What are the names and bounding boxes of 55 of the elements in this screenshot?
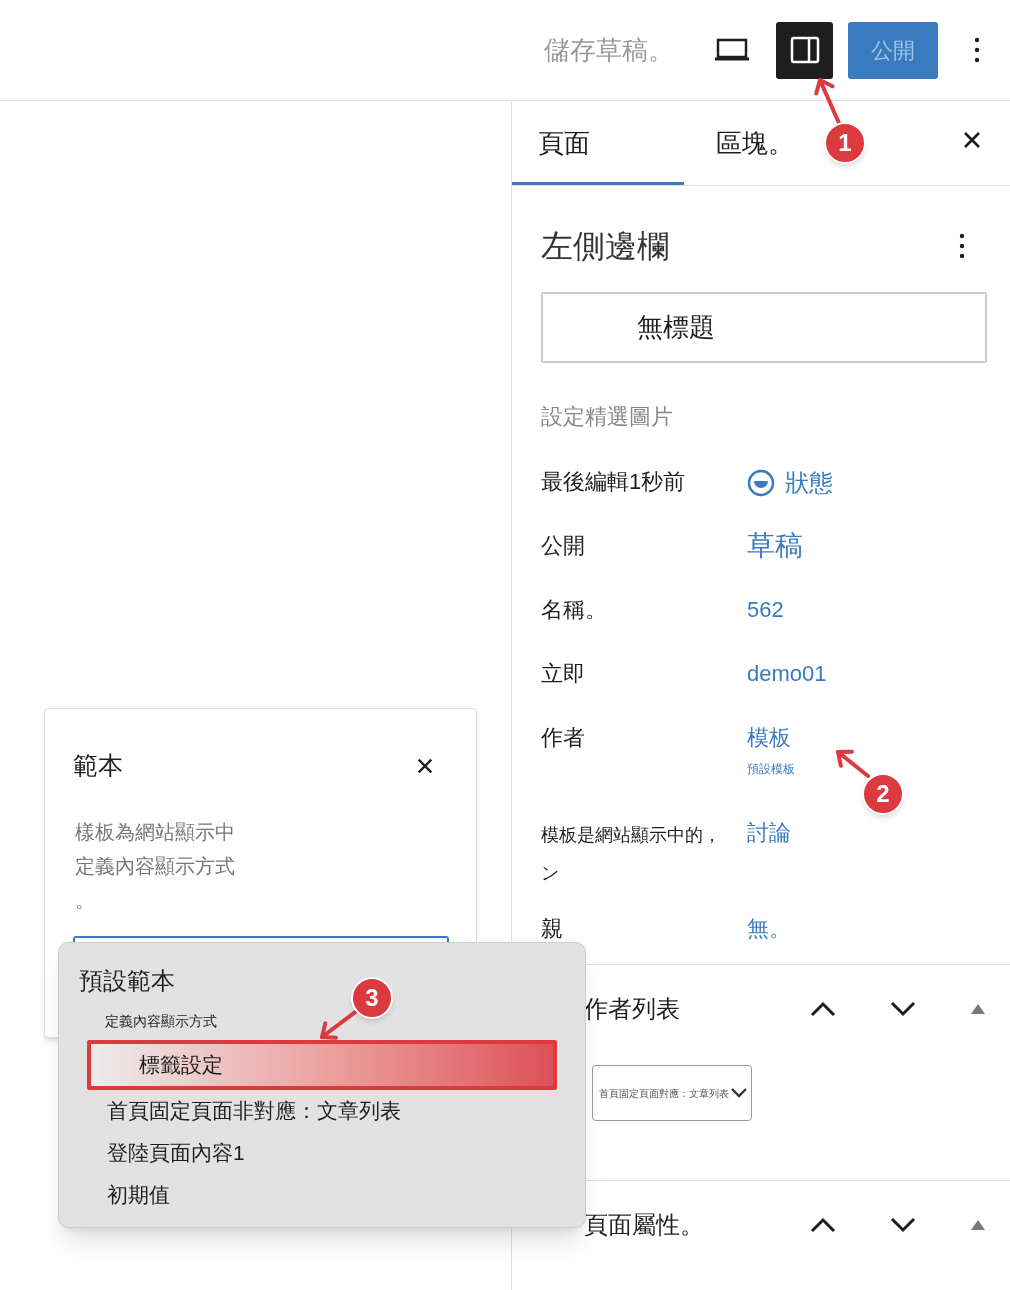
status-icon	[747, 469, 775, 497]
publish-button[interactable]: 公開	[848, 21, 938, 79]
sidebar-icon	[789, 36, 820, 64]
popover-title: 範本	[73, 750, 123, 781]
popover-description: 。	[74, 887, 96, 913]
row-value-link[interactable]: 無。	[747, 912, 791, 945]
sidebar-tab[interactable]: 區塊。	[714, 101, 796, 185]
row-value-link[interactable]: 562	[747, 593, 784, 626]
sidebar-tab[interactable]: 頁面	[512, 101, 684, 185]
chevron-down-icon	[731, 1088, 747, 1098]
panel-section-title: 頁面屬性。	[584, 1210, 705, 1240]
status-button[interactable]: 狀態	[747, 465, 833, 501]
row-value-link[interactable]: demo01	[747, 657, 827, 690]
row-label: 公開	[541, 532, 586, 560]
more-options-icon[interactable]	[959, 232, 965, 260]
featured-image-link[interactable]: 設定精選圖片	[541, 400, 673, 433]
dropdown-option[interactable]: 登陸頁面內容1	[59, 1132, 585, 1174]
select-field[interactable]: 首頁固定頁面對應：文章列表	[592, 1065, 752, 1121]
row-label: 最後編輯1秒前	[541, 468, 687, 496]
laptop-icon[interactable]	[714, 38, 750, 62]
annotation-arrow	[836, 749, 870, 778]
popover-description: 樣板為網站顯示中	[74, 819, 236, 845]
row-value-link[interactable]: 討論	[747, 816, 791, 849]
row-label: 名稱。	[541, 596, 608, 624]
annotation-badge: 1	[824, 122, 866, 164]
popover-description: 定義內容顯示方式	[74, 853, 236, 879]
row-value-link[interactable]: 草稿	[747, 525, 803, 567]
template-subtitle: 預設模板	[747, 761, 795, 778]
title-field[interactable]: 無標題	[541, 292, 987, 363]
dropdown-option[interactable]: 標籤設定	[87, 1040, 557, 1090]
dropdown-hint: 定義內容顯示方式	[105, 1012, 217, 1031]
row-label: 作者	[541, 724, 586, 752]
panel-title: 左側邊欄	[541, 227, 669, 266]
annotation-badge: 2	[862, 773, 904, 815]
row-value-link[interactable]: 模板	[747, 721, 795, 754]
annotation-arrow	[320, 1008, 360, 1040]
row-label: ン	[541, 862, 560, 885]
row-label: 立即	[541, 660, 586, 688]
dropdown-option[interactable]: 首頁固定頁面非對應：文章列表	[59, 1090, 585, 1132]
move-up-icon[interactable]	[810, 1001, 836, 1017]
row-label: 親	[541, 915, 564, 943]
panel-section-title: 作者列表	[584, 994, 681, 1024]
sidebar-toggle-button[interactable]	[776, 21, 833, 79]
triangle-icon[interactable]	[970, 1219, 986, 1231]
save-draft-button[interactable]: 儲存草稿。	[544, 30, 674, 70]
close-icon[interactable]	[962, 130, 982, 150]
close-icon[interactable]	[416, 756, 434, 775]
dropdown-group-label: 預設範本	[79, 966, 175, 996]
more-options-icon[interactable]	[974, 36, 980, 64]
move-up-icon[interactable]	[810, 1217, 836, 1233]
triangle-icon[interactable]	[970, 1003, 986, 1015]
move-down-icon[interactable]	[890, 1217, 916, 1233]
move-down-icon[interactable]	[890, 1001, 916, 1017]
dropdown-option[interactable]: 初期值	[59, 1174, 585, 1216]
row-label: 模板是網站顯示中的，	[541, 824, 722, 847]
